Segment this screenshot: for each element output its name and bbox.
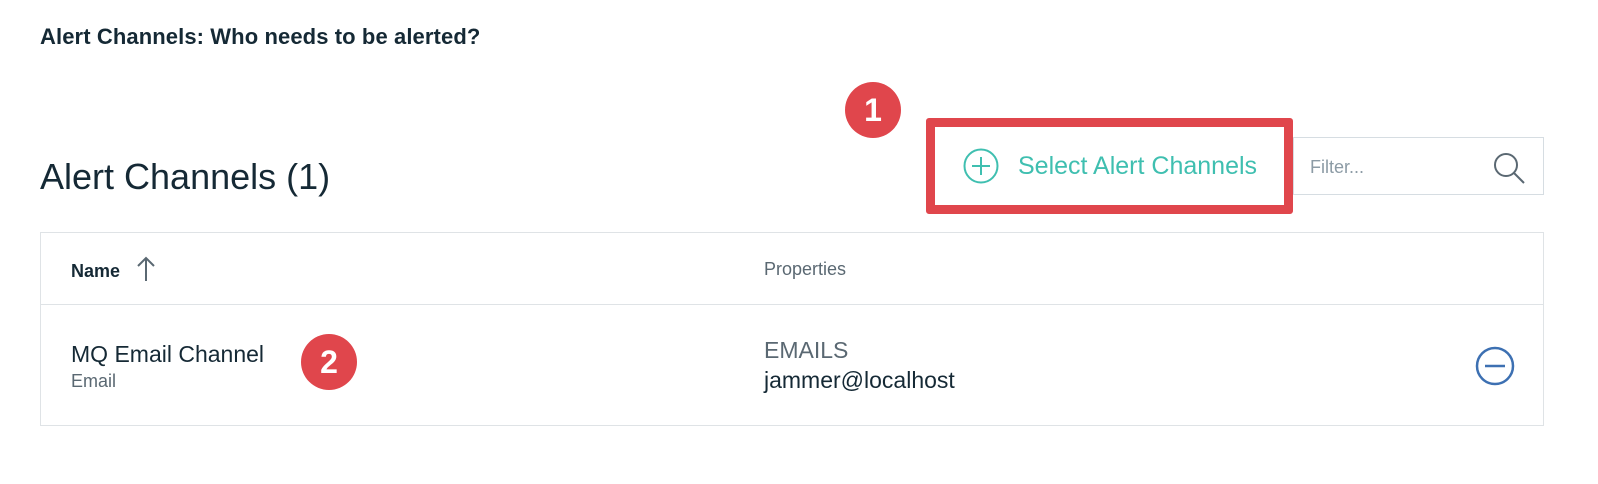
annotation-badge-1: 1 xyxy=(845,82,901,138)
filter-box xyxy=(1293,137,1544,196)
column-header-name[interactable]: Name xyxy=(71,255,156,288)
select-alert-channels-label: Select Alert Channels xyxy=(1018,151,1258,180)
remove-channel-button[interactable] xyxy=(1474,345,1516,387)
search-icon[interactable] xyxy=(1491,150,1527,191)
table-title: Alert Channels (1) xyxy=(40,156,331,197)
channel-name: MQ Email Channel xyxy=(71,341,265,367)
property-value: jammer@localhost xyxy=(764,367,955,393)
table-row: MQ Email Channel Email EMAILS jammer@loc… xyxy=(41,305,1543,425)
column-header-name-label: Name xyxy=(71,261,121,281)
channel-type: Email xyxy=(71,371,117,391)
select-alert-channels-button[interactable]: Select Alert Channels xyxy=(944,136,1275,196)
minus-circle-icon xyxy=(1474,346,1516,391)
alert-channels-table: Name Properties MQ Email Channel Email E… xyxy=(40,232,1544,426)
column-header-properties: Properties xyxy=(764,259,847,279)
filter-input[interactable] xyxy=(1308,138,1482,196)
annotation-badge-2: 2 xyxy=(301,334,357,390)
plus-circle-icon xyxy=(962,147,1000,185)
property-key: EMAILS xyxy=(764,337,849,363)
table-header: Name Properties xyxy=(41,233,1543,305)
arrow-up-icon xyxy=(136,255,156,288)
section-heading: Alert Channels: Who needs to be alerted? xyxy=(40,24,481,49)
